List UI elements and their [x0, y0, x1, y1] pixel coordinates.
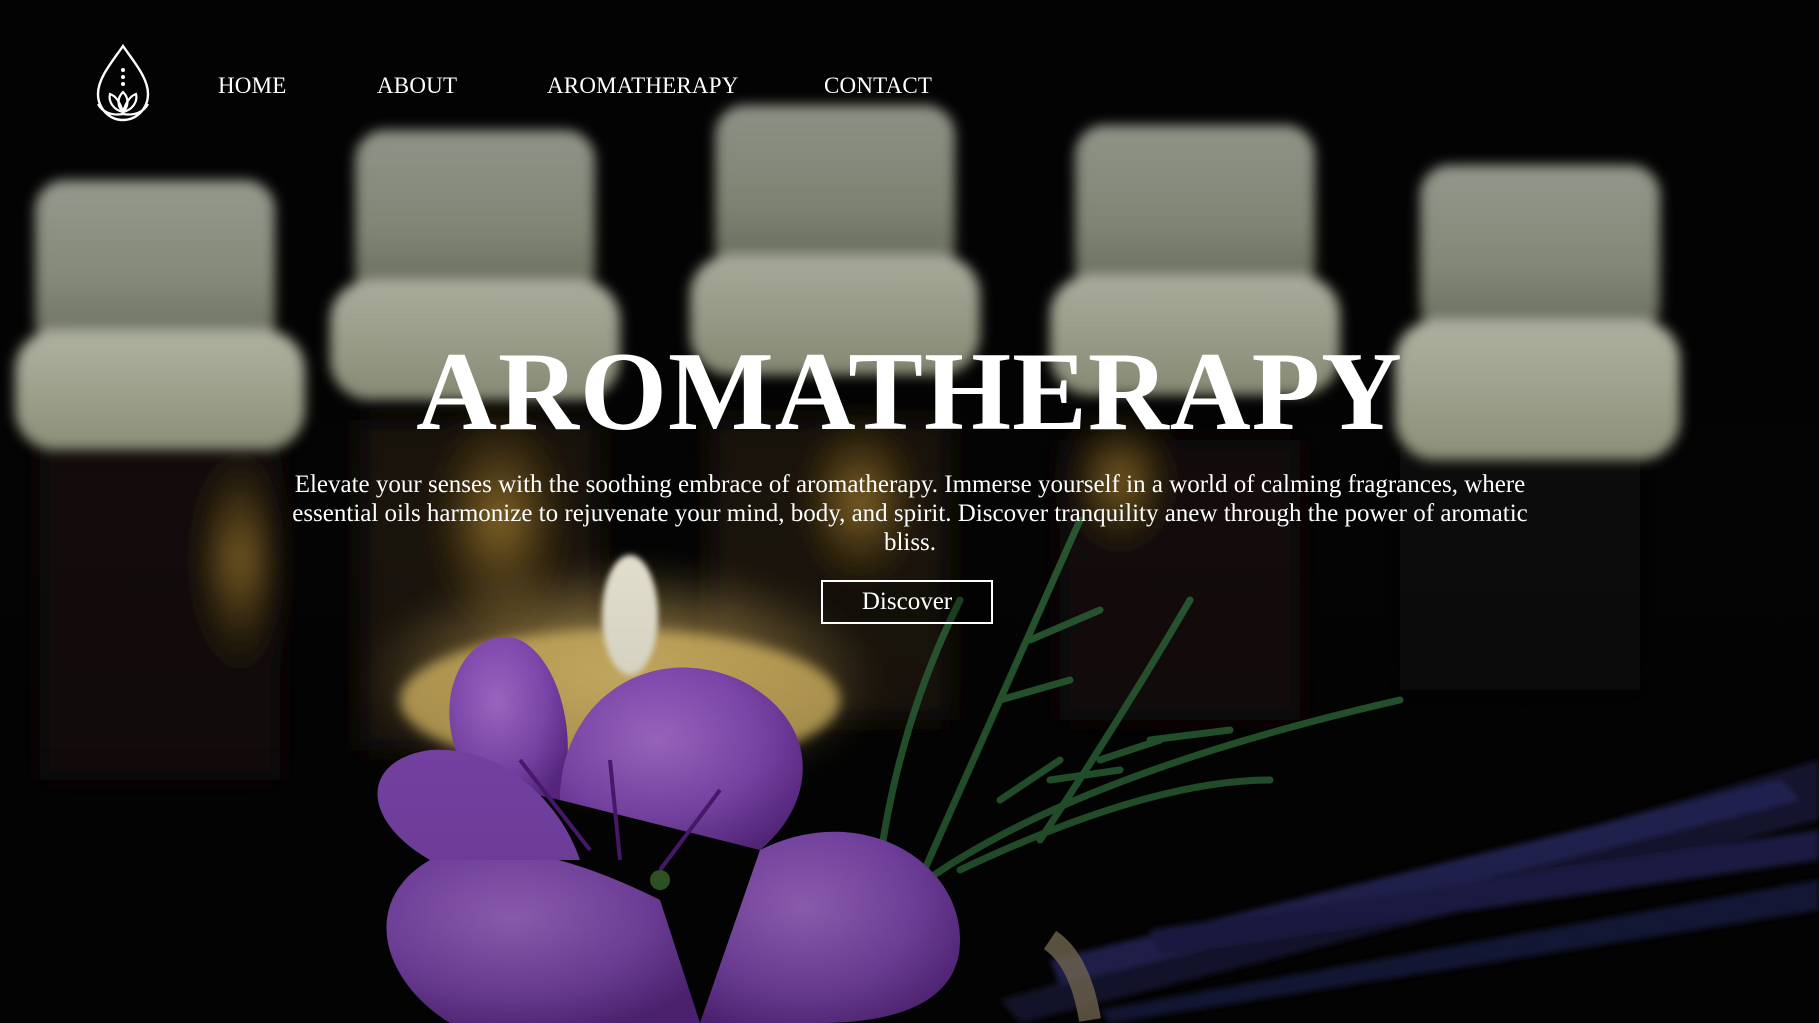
- nav-aromatherapy-link[interactable]: AROMATHERAPY: [547, 72, 739, 100]
- hero-title: AROMATHERAPY: [416, 330, 1403, 454]
- hero-description: Elevate your senses with the soothing em…: [292, 471, 1528, 556]
- lotus-drop-icon[interactable]: [92, 44, 154, 124]
- discover-button[interactable]: Discover: [821, 580, 993, 624]
- top-navigation: HOME ABOUT AROMATHERAPY CONTACT: [0, 0, 1819, 170]
- nav-about-link[interactable]: ABOUT: [377, 72, 457, 100]
- hero-section: HOME ABOUT AROMATHERAPY CONTACT AROMATHE…: [0, 0, 1819, 1023]
- nav-contact-link[interactable]: CONTACT: [824, 72, 932, 100]
- nav-home-link[interactable]: HOME: [218, 72, 287, 100]
